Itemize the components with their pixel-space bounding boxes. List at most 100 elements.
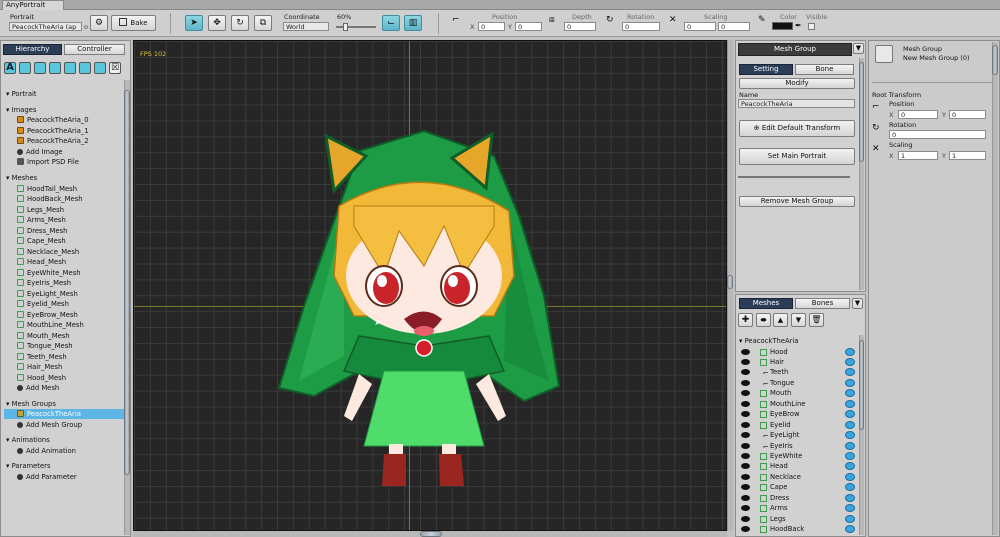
eye-icon[interactable]	[741, 515, 750, 522]
inspector-pos-x[interactable]: 0	[898, 110, 938, 119]
settings-button[interactable]: ⚙	[90, 15, 108, 31]
zoom-slider-handle[interactable]	[343, 23, 348, 31]
viewport-vscrollbar-thumb[interactable]	[727, 275, 733, 289]
mesh-group-scrollbar-thumb[interactable]	[859, 62, 864, 162]
viewport-hscrollbar-thumb[interactable]	[420, 531, 442, 537]
rotation-field[interactable]: 0	[622, 22, 660, 31]
mesh-list-row[interactable]: ⌐ EyeIris	[739, 441, 857, 451]
eye-icon[interactable]	[741, 463, 750, 470]
position-y-field[interactable]: 0	[515, 22, 542, 31]
section-animations[interactable]: ▾ Animations	[6, 435, 124, 445]
move-tool-button[interactable]: ✥	[208, 15, 226, 31]
coordinate-select[interactable]: World	[283, 22, 329, 31]
inspector-rotation[interactable]: 0	[889, 130, 986, 139]
list-item[interactable]: PeacockTheAria_0	[17, 115, 135, 125]
onion-tool-button[interactable]: ▥	[404, 15, 422, 31]
scale-tool-button[interactable]: ⧉	[254, 15, 272, 31]
inspector-scrollbar-thumb[interactable]	[992, 45, 998, 75]
add-mesh-group-item[interactable]: Add Mesh Group	[17, 420, 135, 430]
move-down-button[interactable]: ▼	[791, 313, 806, 327]
mesh-list-row[interactable]: Necklace	[739, 472, 857, 482]
visibility-toggle-icon[interactable]	[845, 420, 855, 429]
visibility-toggle-icon[interactable]	[845, 483, 855, 492]
list-item[interactable]: EyeBrow_Mesh	[17, 310, 135, 320]
mesh-root-row[interactable]: ▾ PeacockTheAria	[739, 336, 857, 346]
mesh-list-row[interactable]: Mouth	[739, 388, 857, 398]
zoom-slider[interactable]	[336, 26, 376, 28]
eye-icon[interactable]	[741, 526, 750, 533]
mesh-list-row[interactable]: Hair	[739, 357, 857, 367]
list-item[interactable]: Hair_Mesh	[17, 362, 135, 372]
depth-field[interactable]: 0	[564, 22, 596, 31]
visibility-toggle-icon[interactable]	[845, 357, 855, 366]
eye-icon[interactable]	[741, 505, 750, 512]
section-portrait[interactable]: ▾ Portrait	[6, 89, 124, 99]
mesh-list-row[interactable]: EyeWhite	[739, 451, 857, 461]
filter-mesh-icon[interactable]	[49, 62, 61, 74]
visibility-toggle-icon[interactable]	[845, 441, 855, 450]
visibility-toggle-icon[interactable]	[845, 452, 855, 460]
bone-tool-button[interactable]: ⌙	[382, 15, 400, 31]
eye-icon[interactable]	[741, 400, 750, 407]
list-item[interactable]: Teeth_Mesh	[17, 352, 135, 362]
eye-icon[interactable]	[741, 432, 750, 439]
filter-meshgroup-icon[interactable]	[64, 62, 76, 74]
list-item[interactable]: Mouth_Mesh	[17, 331, 135, 341]
visibility-toggle-icon[interactable]	[845, 493, 855, 502]
filter-animation-icon[interactable]	[79, 62, 91, 74]
add-child-button[interactable]: ✚	[738, 313, 753, 327]
list-item[interactable]: EyeIris_Mesh	[17, 278, 135, 288]
list-item[interactable]: PeacockTheAria_1	[17, 126, 135, 136]
visibility-toggle-icon[interactable]	[845, 389, 855, 398]
modify-button[interactable]: Modify	[739, 78, 855, 89]
bake-button[interactable]: Bake	[111, 15, 156, 31]
mesh-list-row[interactable]: EyeBrow	[739, 409, 857, 419]
eye-icon[interactable]	[741, 453, 750, 459]
tab-hierarchy[interactable]: Hierarchy	[3, 44, 62, 55]
list-item[interactable]: Cape_Mesh	[17, 236, 135, 246]
eyedropper-icon[interactable]: ✒	[795, 21, 802, 30]
tab-setting[interactable]: Setting	[739, 64, 793, 75]
mesh-list-row[interactable]: Arms	[739, 503, 857, 513]
list-item[interactable]: PeacockTheAria_2	[17, 136, 135, 146]
mesh-list-row[interactable]: Eyelid	[739, 420, 857, 430]
mesh-list-row[interactable]: ⌐ Teeth	[739, 367, 857, 377]
filter-root-icon[interactable]	[19, 62, 31, 74]
list-item-selected[interactable]: PeacockTheAria	[4, 409, 125, 420]
inspector-scale-y[interactable]: 1	[949, 151, 986, 160]
position-x-field[interactable]: 0	[478, 22, 505, 31]
list-item[interactable]: Eyelid_Mesh	[17, 299, 135, 309]
scaling-x-field[interactable]: 0	[684, 22, 716, 31]
add-animation-item[interactable]: Add Animation	[17, 446, 135, 456]
tab-meshes[interactable]: Meshes	[739, 298, 793, 309]
meshes-scrollbar-thumb[interactable]	[859, 340, 864, 430]
inspector-pos-y[interactable]: 0	[949, 110, 986, 119]
section-parameters[interactable]: ▾ Parameters	[6, 461, 124, 471]
list-item[interactable]: EyeWhite_Mesh	[17, 268, 135, 278]
visibility-toggle-icon[interactable]	[845, 504, 855, 513]
move-up-button[interactable]: ▲	[773, 313, 788, 327]
visibility-toggle-icon[interactable]	[845, 410, 855, 419]
visibility-toggle-icon[interactable]	[845, 378, 855, 387]
mesh-list-row[interactable]: ⌐ EyeLight	[739, 430, 857, 440]
list-item[interactable]: EyeLight_Mesh	[17, 289, 135, 299]
rotate-tool-button[interactable]: ↻	[231, 15, 249, 31]
mesh-list-row[interactable]: Head	[739, 461, 857, 471]
visibility-toggle-icon[interactable]	[845, 431, 855, 440]
set-main-portrait-button[interactable]: Set Main Portrait	[739, 148, 855, 165]
tab-bone[interactable]: Bone	[795, 64, 854, 75]
color-swatch[interactable]	[772, 22, 793, 30]
list-item[interactable]: Necklace_Mesh	[17, 247, 135, 257]
visibility-toggle-icon[interactable]	[845, 462, 855, 471]
select-tool-button[interactable]: ➤	[185, 15, 203, 31]
mesh-list-row[interactable]: Hood	[739, 347, 857, 357]
name-field[interactable]: PeacockTheAria	[738, 99, 855, 108]
eye-icon[interactable]	[741, 348, 750, 355]
add-image-item[interactable]: Add Image	[17, 147, 135, 157]
eye-icon[interactable]	[741, 484, 750, 491]
visibility-toggle-icon[interactable]	[845, 472, 855, 481]
eye-icon[interactable]	[741, 379, 750, 386]
portrait-select[interactable]: PeacockTheAria (ap	[9, 22, 82, 31]
delete-button[interactable]: 🗑	[809, 313, 824, 327]
inspector-scrollbar[interactable]	[992, 42, 998, 535]
